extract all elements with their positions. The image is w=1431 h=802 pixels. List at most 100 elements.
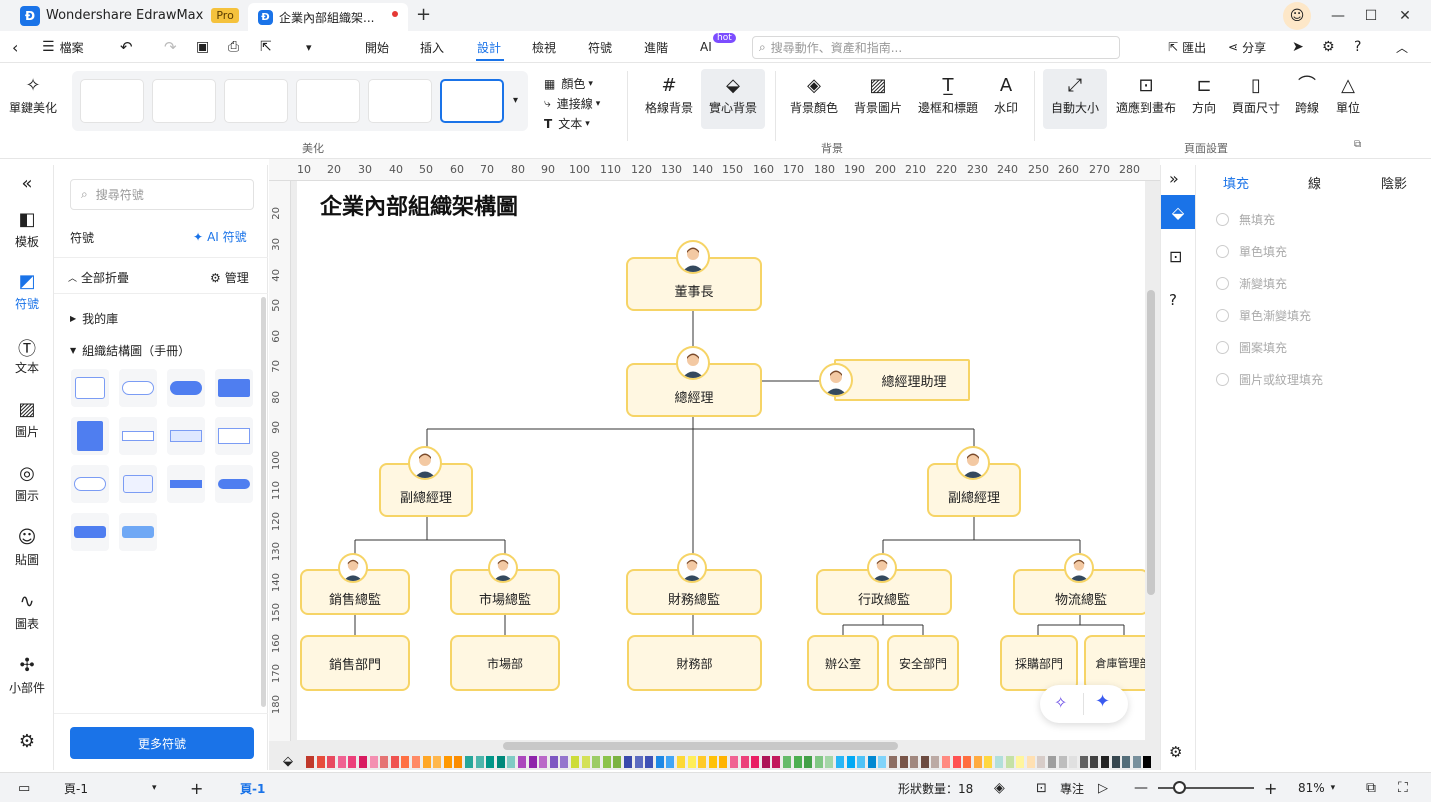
tab-insert[interactable]: 插入 [420,31,444,63]
help-circle-icon[interactable]: ? [1169,291,1177,309]
save-icon[interactable]: ▣ [196,31,209,63]
solid-background-button[interactable]: ⬙ 實心背景 [703,73,763,116]
gallery-expand-icon[interactable]: ▾ [513,95,518,106]
color-swatch[interactable] [1122,756,1131,768]
color-swatch[interactable] [380,756,389,768]
text-dropdown[interactable]: T 文本 ▾ [544,115,590,132]
fill-option-picture[interactable]: 圖片或紋理填充 [1216,371,1323,388]
symbol-shape[interactable] [71,417,109,455]
more-quick-icon[interactable]: ▾ [306,31,312,63]
rail-widgets[interactable]: ✣ 小部件 [0,655,54,696]
send-icon[interactable]: ➤ [1292,31,1304,63]
color-swatch[interactable] [963,756,972,768]
symbol-shape[interactable] [119,417,157,455]
color-swatch[interactable] [327,756,336,768]
symbol-shape[interactable] [215,369,253,407]
color-swatch[interactable] [687,756,696,768]
color-dropdown[interactable]: ▦ 顏色 ▾ [544,75,593,92]
color-swatch[interactable] [1058,756,1067,768]
color-swatch[interactable] [1026,756,1035,768]
fit-screen-icon[interactable]: ⛶ [1398,773,1408,802]
color-swatch[interactable] [475,756,484,768]
help-icon[interactable]: ? [1354,31,1361,63]
tab-fill[interactable]: 填充 [1223,173,1249,192]
fill-option-solid[interactable]: 單色填充 [1216,243,1287,260]
color-swatch[interactable] [634,756,643,768]
color-swatch[interactable] [1037,756,1046,768]
symbol-shape[interactable] [119,513,157,551]
node-purchasing-department[interactable]: 採購部門 [1000,635,1078,691]
color-swatch[interactable] [783,756,791,768]
export-button[interactable]: ⇱ 匯出 [1168,31,1206,63]
symbol-shape[interactable] [167,465,205,503]
color-swatch[interactable] [1048,756,1056,768]
zoom-level[interactable]: 81% ▾ [1298,773,1335,802]
rail-stickers[interactable]: ☺ 貼圖 [0,527,54,568]
file-menu[interactable]: ☰ 檔案 [42,31,84,63]
page-setup-launcher-icon[interactable]: ⧉ [1354,139,1361,150]
color-swatch[interactable] [698,756,707,768]
search-input[interactable]: ⌕ 搜尋動作、資產和指南... [752,36,1120,59]
node-sales-department[interactable]: 銷售部門 [300,635,410,691]
play-icon[interactable]: ▷ [1098,773,1108,802]
color-swatch[interactable] [867,756,876,768]
node-finance-department[interactable]: 財務部 [627,635,762,691]
color-swatch[interactable] [899,756,908,768]
symbol-shape[interactable] [215,417,253,455]
node-office[interactable]: 辦公室 [807,635,879,691]
color-swatch[interactable] [1090,756,1099,768]
color-swatch[interactable] [369,756,378,768]
color-swatch[interactable] [1101,756,1109,768]
color-swatch[interactable] [1016,756,1025,768]
node-warehouse-department[interactable]: 倉庫管理部 [1084,635,1145,691]
symbol-search-input[interactable]: ⌕ 搜尋符號 [70,179,254,210]
magic-wand-icon[interactable]: ✧ [1054,693,1067,712]
color-swatch[interactable] [401,756,410,768]
fill-option-gradient[interactable]: 漸變填充 [1216,275,1287,292]
color-swatch[interactable] [889,756,897,768]
org-chart-category[interactable]: ▼ 組織結構圖（手冊） [70,342,190,359]
color-swatch[interactable] [1069,756,1078,768]
color-swatch[interactable] [920,756,929,768]
fill-option-single-gradient[interactable]: 單色漸變填充 [1216,307,1311,324]
canvas-vertical-scrollbar[interactable] [1147,290,1155,595]
unit-button[interactable]: △ 單位 [1331,73,1365,116]
color-swatch[interactable] [995,756,1003,768]
page-selector[interactable]: 頁-1 ▾ [64,773,157,802]
style-thumbnail-1[interactable] [80,79,144,123]
color-swatch[interactable] [730,756,738,768]
print-icon[interactable]: ⎙ [228,31,239,63]
redo-icon[interactable]: ↷ [164,31,177,63]
color-swatch[interactable] [761,756,770,768]
color-swatch[interactable] [708,756,717,768]
ai-symbol-button[interactable]: ✦ AI 符號 [193,228,247,245]
collapse-ribbon-icon[interactable]: ︿ [1396,31,1408,63]
library-scrollbar[interactable] [261,297,266,707]
symbol-shape[interactable] [71,369,109,407]
color-swatch[interactable] [655,756,664,768]
tab-line[interactable]: 線 [1308,173,1321,192]
page-size-button[interactable]: ▯ 頁面尺寸 [1228,73,1284,116]
color-swatch[interactable] [602,756,611,768]
node-marketing-department[interactable]: 市場部 [450,635,560,691]
color-swatch[interactable] [390,756,399,768]
background-image-button[interactable]: ▨ 背景圖片 [850,73,906,116]
canvas-horizontal-scrollbar[interactable] [503,742,898,750]
color-swatch[interactable] [772,756,781,768]
color-swatch[interactable] [645,756,654,768]
color-swatch[interactable] [910,756,919,768]
share-button[interactable]: ⋖ 分享 [1228,31,1266,63]
color-swatch[interactable] [973,756,982,768]
expand-panel-icon[interactable]: » [1169,169,1179,188]
orientation-button[interactable]: ⊏ 方向 [1186,73,1222,116]
focus-label[interactable]: 專注 [1060,773,1084,802]
rail-settings-icon[interactable]: ⚙ [0,731,54,755]
node-gm-assistant[interactable]: 總經理助理 [834,359,970,401]
settings-icon[interactable]: ⚙ [1322,31,1335,63]
color-swatch[interactable] [878,756,887,768]
new-tab-plus-icon[interactable]: + [416,4,431,25]
undo-icon[interactable]: ↶ [120,31,133,63]
color-swatch[interactable] [804,756,813,768]
add-page-icon[interactable]: + [190,773,203,802]
color-swatch[interactable] [539,756,548,768]
